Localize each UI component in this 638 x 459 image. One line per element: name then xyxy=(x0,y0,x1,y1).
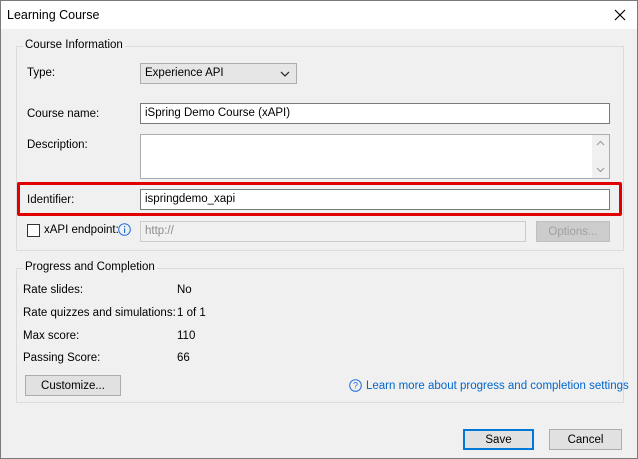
learning-course-dialog: Learning Course Course Information Type:… xyxy=(0,0,638,459)
options-button-label: Options... xyxy=(548,225,598,238)
chevron-down-icon xyxy=(280,71,290,77)
customize-button-label: Customize... xyxy=(41,379,105,392)
rate-slides-value: No xyxy=(177,284,192,296)
dialog-title: Learning Course xyxy=(7,8,100,22)
type-select[interactable]: Experience API xyxy=(140,63,297,84)
course-name-label: Course name: xyxy=(27,108,100,120)
xapi-endpoint-label: xAPI endpoint: xyxy=(44,224,119,236)
max-score-value: 110 xyxy=(177,330,196,342)
scroll-down-icon[interactable] xyxy=(595,165,606,174)
description-scrollbar[interactable] xyxy=(592,135,609,178)
options-button[interactable]: Options... xyxy=(536,221,610,242)
title-bar: Learning Course xyxy=(1,1,637,29)
xapi-endpoint-checkbox[interactable] xyxy=(27,224,40,237)
save-button[interactable]: Save xyxy=(463,429,534,450)
cancel-button[interactable]: Cancel xyxy=(549,429,622,450)
max-score-label: Max score: xyxy=(23,330,80,342)
save-button-label: Save xyxy=(485,433,512,446)
rate-quizzes-label: Rate quizzes and simulations: xyxy=(23,307,176,319)
description-label: Description: xyxy=(27,139,88,151)
xapi-endpoint-field[interactable]: http:// xyxy=(140,221,526,242)
rate-quizzes-value: 1 of 1 xyxy=(177,307,206,319)
progress-completion-legend: Progress and Completion xyxy=(23,261,157,273)
svg-text:?: ? xyxy=(353,381,358,391)
learn-more-label: Learn more about progress and completion… xyxy=(366,379,629,392)
cancel-button-label: Cancel xyxy=(567,433,604,446)
type-select-value: Experience API xyxy=(145,67,224,79)
passing-score-value: 66 xyxy=(177,352,190,364)
rate-slides-label: Rate slides: xyxy=(23,284,84,296)
course-name-field[interactable]: iSpring Demo Course (xAPI) xyxy=(140,103,610,124)
course-name-value: iSpring Demo Course (xAPI) xyxy=(145,107,291,119)
xapi-endpoint-placeholder: http:// xyxy=(145,225,174,237)
close-icon xyxy=(614,9,626,21)
passing-score-label: Passing Score: xyxy=(23,352,101,364)
learn-more-link[interactable]: ? Learn more about progress and completi… xyxy=(349,379,629,392)
type-label: Type: xyxy=(27,67,56,79)
identifier-highlight-box xyxy=(17,182,622,216)
close-button[interactable] xyxy=(609,4,631,26)
customize-button[interactable]: Customize... xyxy=(25,375,121,396)
info-icon[interactable] xyxy=(118,223,131,236)
description-field[interactable] xyxy=(140,134,610,179)
help-icon: ? xyxy=(349,379,362,392)
scroll-up-icon[interactable] xyxy=(595,139,606,148)
course-information-legend: Course Information xyxy=(23,39,125,51)
